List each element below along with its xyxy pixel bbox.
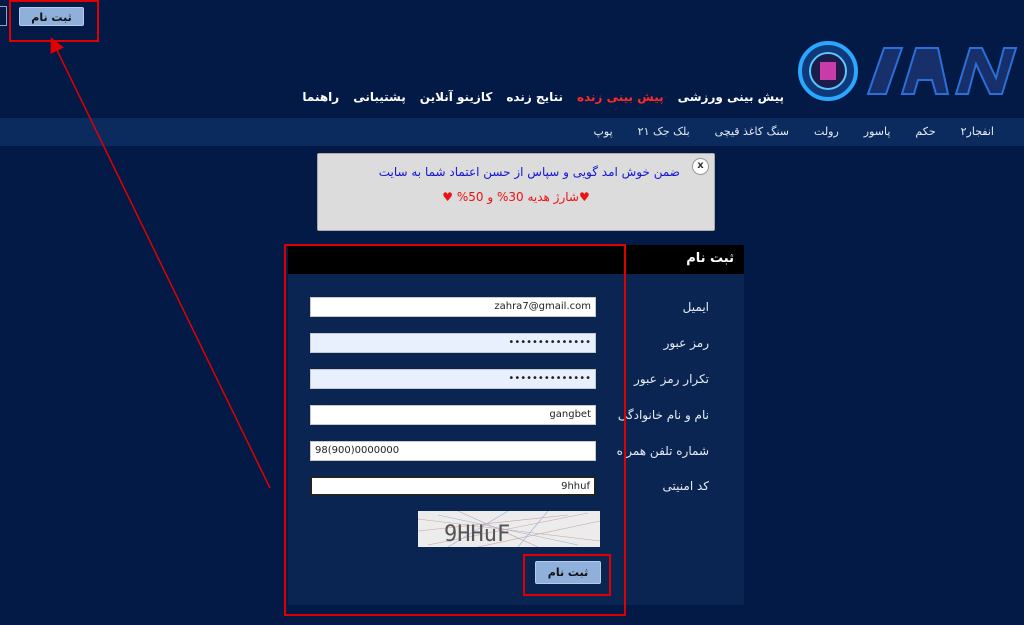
highlight-submit xyxy=(523,554,611,596)
alert-bonus-text: ♥شارژ هدیه 30% و 50% ♥ xyxy=(442,190,590,204)
subnav-item[interactable]: حکم xyxy=(915,125,935,138)
phone-label: شماره تلفن همراه xyxy=(616,444,709,458)
games-subnav: انفجار۲ حکم پاسور رولت سنگ کاغذ قیچی بلک… xyxy=(0,118,1024,146)
subnav-item[interactable]: پوپ xyxy=(594,125,613,138)
subnav-item[interactable]: پاسور xyxy=(864,125,891,138)
nav-support[interactable]: پشتیبانی xyxy=(353,90,406,104)
left-edge-frame xyxy=(0,6,7,26)
nav-guide[interactable]: راهنما xyxy=(302,90,339,104)
password-label: رمز عبور xyxy=(663,336,709,350)
alert-welcome-text: ضمن خوش امد گویی و سپاس از حسن اعتماد شم… xyxy=(378,165,680,179)
gang-logo xyxy=(798,41,1018,101)
nav-sports-betting[interactable]: پیش بینی ورزشی xyxy=(678,90,784,104)
subnav-item[interactable]: بلک جک ۲۱ xyxy=(638,125,690,138)
nav-live-results[interactable]: نتایج زنده xyxy=(506,90,563,104)
subnav-item[interactable]: انفجار۲ xyxy=(961,125,994,138)
close-icon[interactable]: x xyxy=(692,158,709,175)
subnav-item[interactable]: رولت xyxy=(814,125,839,138)
email-label: ایمیل xyxy=(682,300,709,314)
register-title: ثبت نام xyxy=(686,251,734,266)
welcome-alert: x ضمن خوش امد گویی و سپاس از حسن اعتماد … xyxy=(317,153,715,231)
security-code-label: کد امنیتی xyxy=(662,479,709,493)
subnav-item[interactable]: سنگ کاغذ قیچی xyxy=(715,125,789,138)
confirm-password-label: تکرار رمز عبور xyxy=(634,372,709,386)
nav-live-betting[interactable]: پیش بینی زنده xyxy=(577,90,664,104)
highlight-top-button xyxy=(9,0,99,42)
fullname-label: نام و نام خانوادگی xyxy=(617,408,709,422)
nav-online-casino[interactable]: کازینو آنلاین xyxy=(420,90,493,104)
main-navigation: پیش بینی ورزشی پیش بینی زنده نتایج زنده … xyxy=(302,90,784,104)
